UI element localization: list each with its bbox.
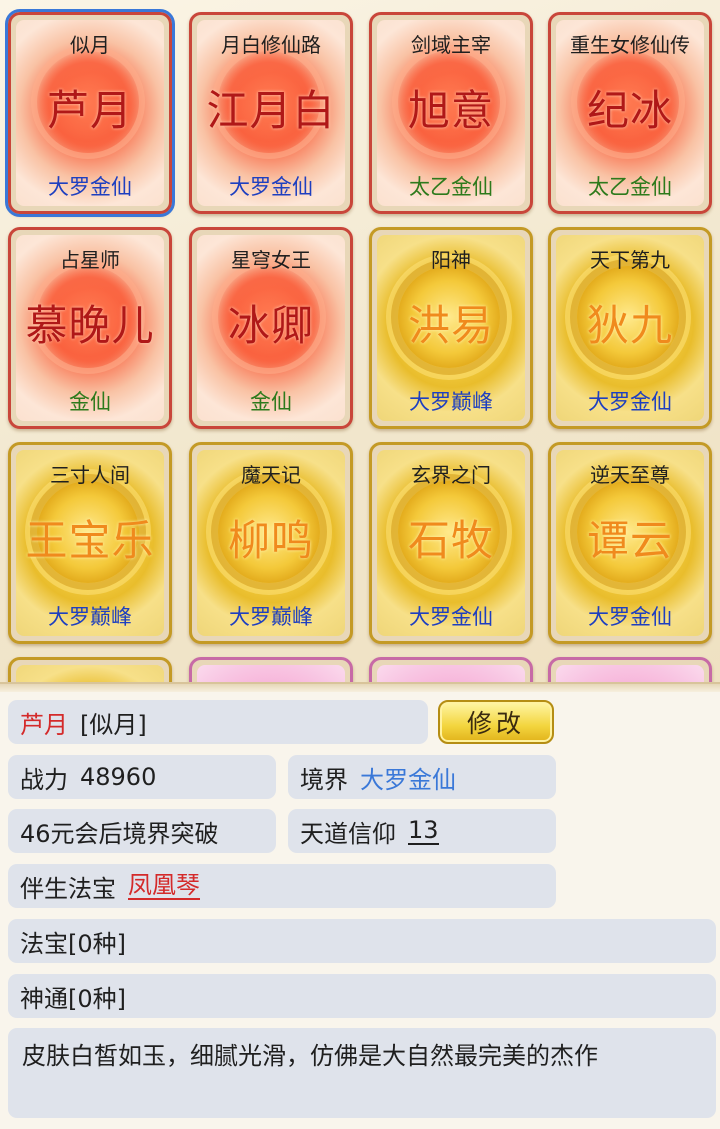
card-realm: 大罗金仙 (588, 390, 672, 414)
card-realm: 大罗巅峰 (48, 605, 132, 629)
card-name: 江月白 (206, 86, 336, 135)
character-card[interactable]: 魔天记 柳鸣 大罗巅峰 (189, 442, 353, 644)
character-grid: 似月 芦月 大罗金仙 月白修仙路 江月白 大罗金仙 剑域主宰 旭意 太乙金仙 重… (0, 0, 720, 682)
card-name: 石牧 (407, 516, 494, 565)
power-box: 战力 48960 (8, 755, 276, 799)
card-name: 慕晚儿 (25, 301, 155, 350)
character-card-partial[interactable] (369, 657, 533, 682)
card-title: 似月 (70, 33, 110, 57)
card-name: 柳鸣 (227, 516, 314, 565)
character-card-partial[interactable] (8, 657, 172, 682)
edit-button[interactable]: 修改 (438, 700, 554, 744)
power-value: 48960 (80, 763, 157, 791)
card-realm: 大罗金仙 (229, 175, 313, 199)
faith-label: 天道信仰 (300, 819, 396, 848)
character-card[interactable]: 重生女修仙传 纪冰 太乙金仙 (548, 12, 712, 214)
card-name: 王宝乐 (25, 516, 155, 565)
card-title: 玄界之门 (411, 463, 491, 487)
breakthrough-box: 46元会后境界突破 (8, 809, 276, 853)
realm-box: 境界 大罗金仙 (288, 755, 556, 799)
card-title: 三寸人间 (50, 463, 130, 487)
card-realm: 大罗巅峰 (409, 390, 493, 414)
card-title: 魔天记 (241, 463, 301, 487)
artifacts-row[interactable]: 法宝[0种] (8, 919, 716, 963)
card-realm: 大罗金仙 (409, 605, 493, 629)
card-title: 占星师 (60, 248, 120, 272)
treasure-link[interactable]: 凤凰琴 (128, 872, 200, 900)
character-card[interactable]: 占星师 慕晚儿 金仙 (8, 227, 172, 429)
name-row: 芦月 [似月] (8, 700, 428, 744)
character-card[interactable]: 似月 芦月 大罗金仙 (5, 9, 175, 217)
character-card[interactable]: 逆天至尊 谭云 大罗金仙 (548, 442, 712, 644)
powers-text: 神通[0种] (20, 984, 126, 1013)
character-card-partial[interactable] (548, 657, 712, 682)
card-realm: 金仙 (250, 390, 292, 414)
character-card[interactable]: 阳神 洪易 大罗巅峰 (369, 227, 533, 429)
card-realm: 太乙金仙 (588, 175, 672, 199)
realm-value: 大罗金仙 (360, 765, 456, 794)
card-title: 月白修仙路 (221, 33, 321, 57)
faith-box: 天道信仰 13 (288, 809, 556, 853)
realm-label: 境界 (300, 765, 348, 794)
character-name: 芦月 (20, 710, 68, 739)
panel-divider (0, 682, 720, 692)
card-title: 星穹女王 (231, 248, 311, 272)
card-title: 天下第九 (590, 248, 670, 272)
card-realm: 金仙 (69, 390, 111, 414)
character-card[interactable]: 天下第九 狄九 大罗金仙 (548, 227, 712, 429)
breakthrough-text: 46元会后境界突破 (20, 819, 219, 848)
character-card[interactable]: 三寸人间 王宝乐 大罗巅峰 (8, 442, 172, 644)
card-name: 纪冰 (586, 86, 673, 135)
artifacts-text: 法宝[0种] (20, 929, 126, 958)
card-title: 重生女修仙传 (570, 33, 690, 57)
card-title: 逆天至尊 (590, 463, 670, 487)
card-title: 剑域主宰 (411, 33, 491, 57)
companion-treasure-box: 伴生法宝 凤凰琴 (8, 864, 556, 908)
character-card[interactable]: 剑域主宰 旭意 太乙金仙 (369, 12, 533, 214)
card-realm: 太乙金仙 (409, 175, 493, 199)
card-name: 旭意 (407, 86, 494, 135)
description-box: 皮肤白皙如玉，细腻光滑，仿佛是大自然最完美的杰作 (8, 1028, 716, 1118)
faith-value[interactable]: 13 (408, 817, 439, 845)
description-text: 皮肤白皙如玉，细腻光滑，仿佛是大自然最完美的杰作 (22, 1042, 598, 1070)
power-label: 战力 (20, 765, 68, 794)
card-name: 冰卿 (227, 301, 314, 350)
card-name: 芦月 (46, 86, 133, 135)
treasure-label: 伴生法宝 (20, 874, 116, 903)
card-name: 谭云 (586, 516, 673, 565)
card-realm: 大罗巅峰 (229, 605, 313, 629)
card-title: 阳神 (431, 248, 471, 272)
card-name: 洪易 (407, 301, 494, 350)
character-card[interactable]: 月白修仙路 江月白 大罗金仙 (189, 12, 353, 214)
character-card[interactable]: 星穹女王 冰卿 金仙 (189, 227, 353, 429)
card-name: 狄九 (586, 301, 673, 350)
card-realm: 大罗金仙 (48, 175, 132, 199)
character-detail-panel: 芦月 [似月] 修改 战力 48960 境界 大罗金仙 46元会后境界突破 天道… (0, 692, 720, 1129)
powers-row[interactable]: 神通[0种] (8, 974, 716, 1018)
card-realm: 大罗金仙 (588, 605, 672, 629)
character-card-partial[interactable] (189, 657, 353, 682)
character-title: [似月] (80, 710, 147, 739)
character-card[interactable]: 玄界之门 石牧 大罗金仙 (369, 442, 533, 644)
